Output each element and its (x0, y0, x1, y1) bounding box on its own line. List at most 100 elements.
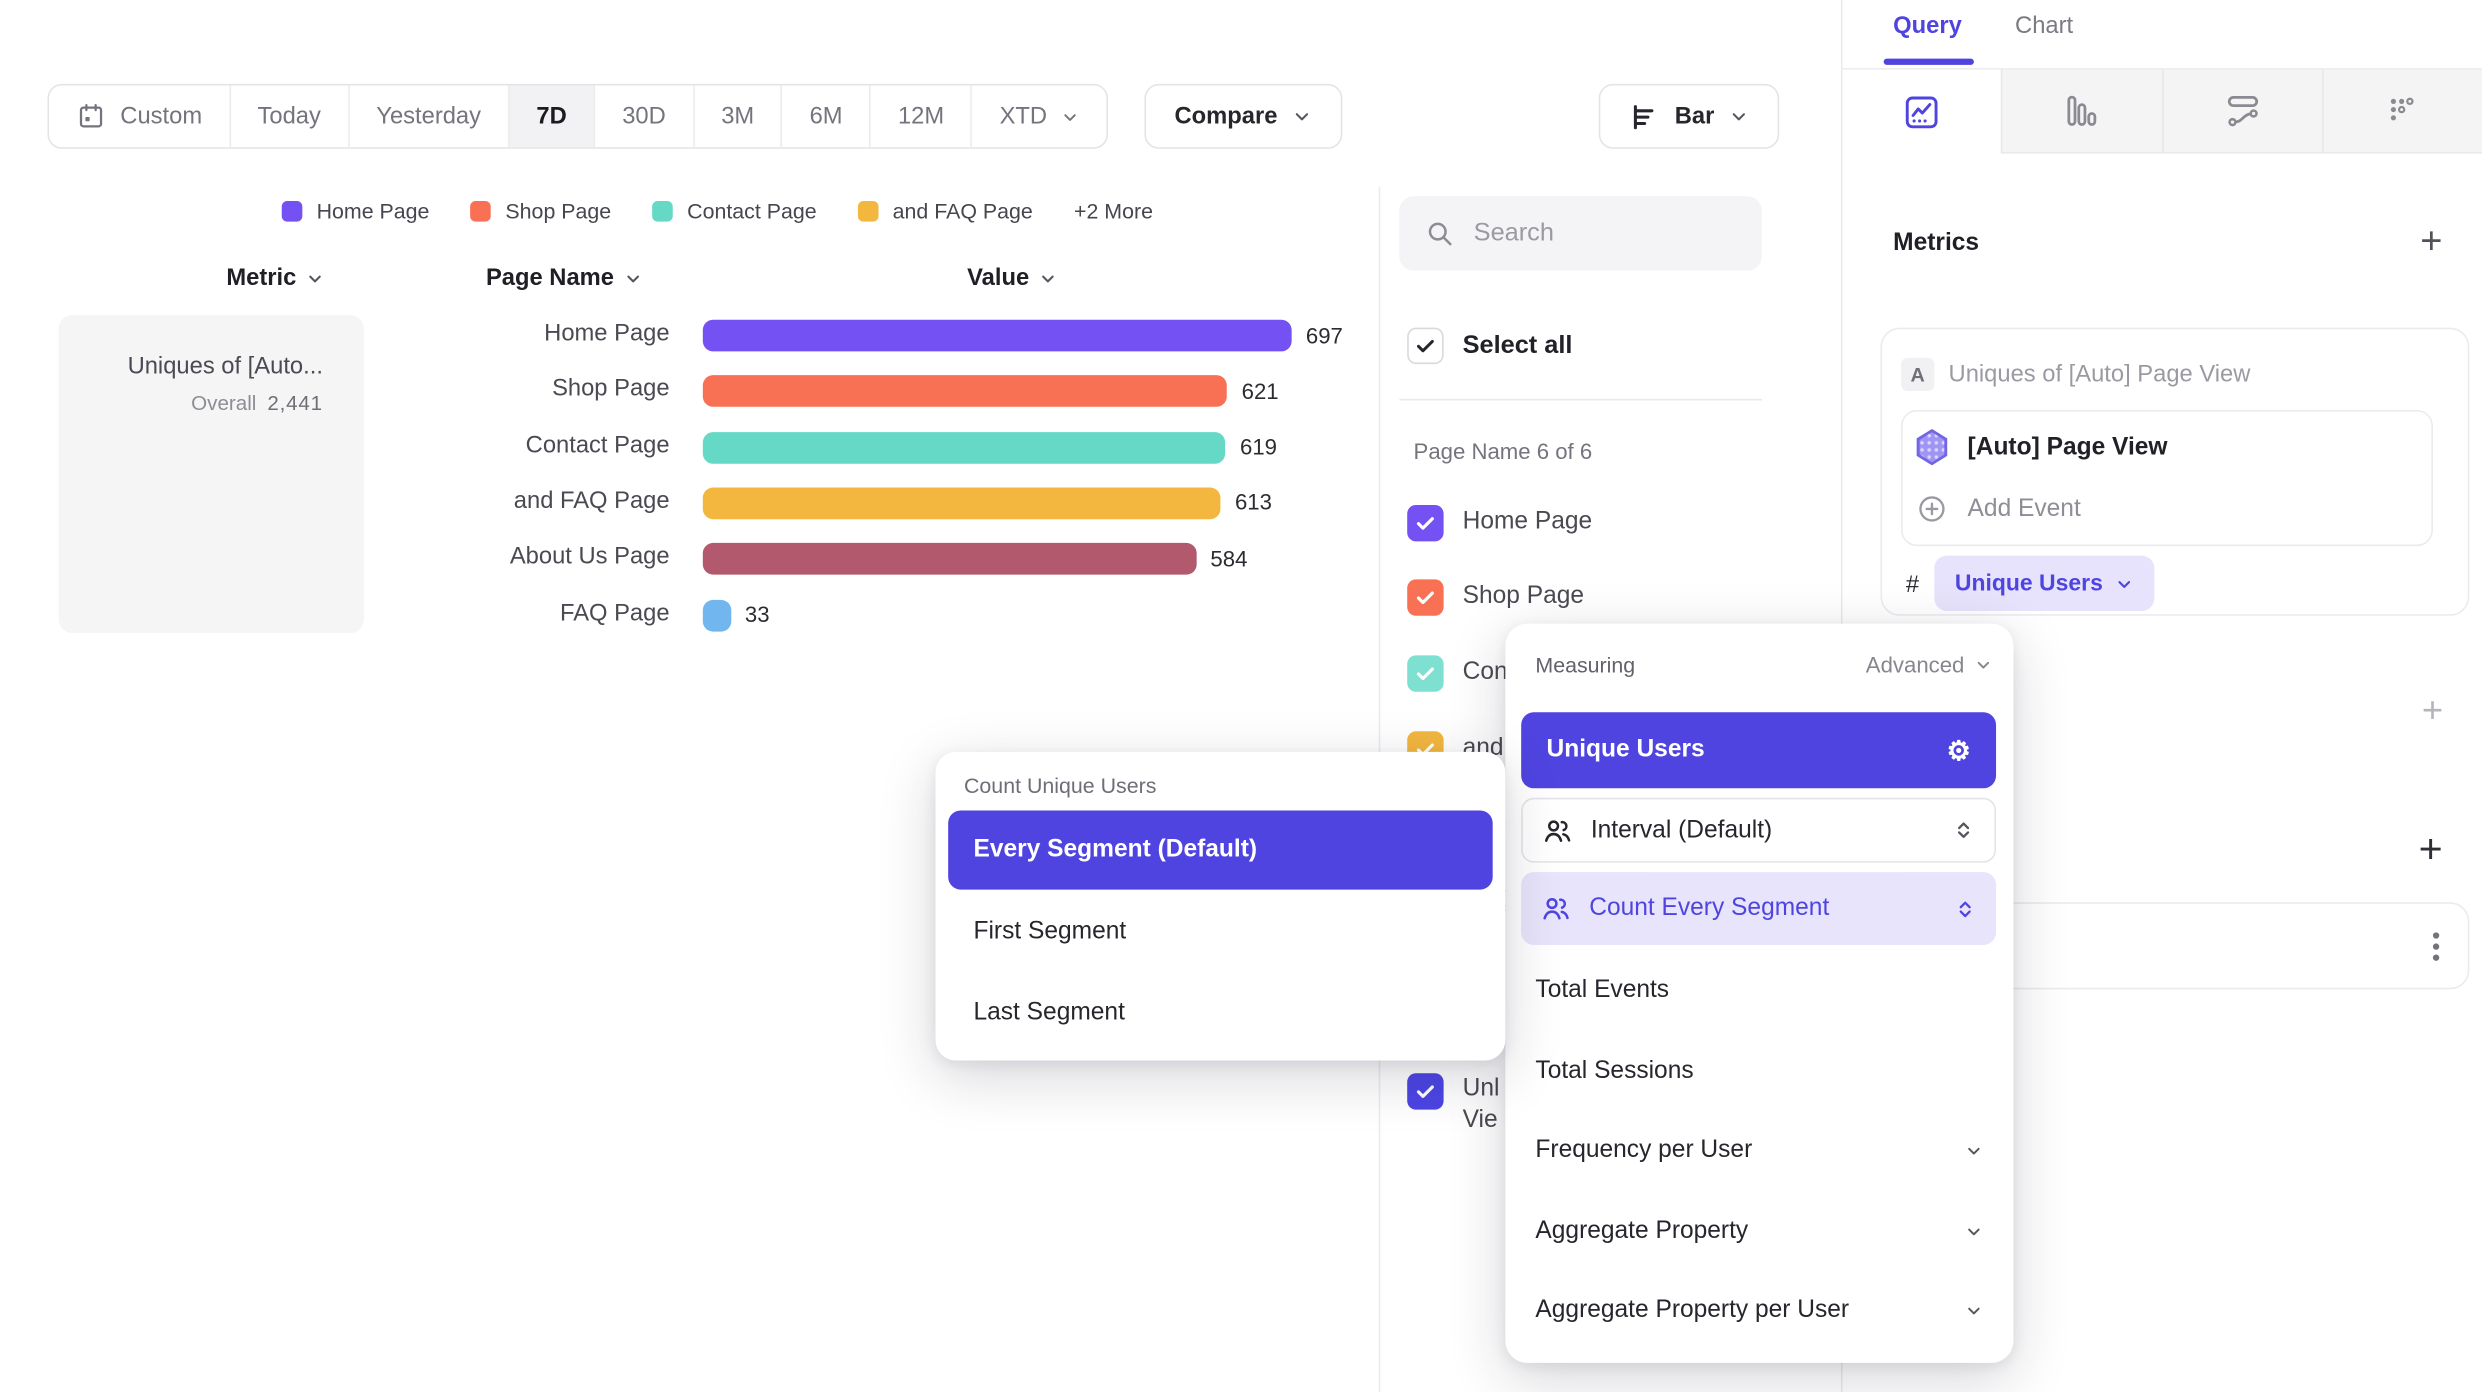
chart-type-button[interactable]: Bar (1599, 84, 1779, 149)
bar-row-label: About Us Page (380, 543, 670, 570)
tab-funnels[interactable] (2001, 70, 2161, 154)
chevron-down-icon (623, 268, 642, 287)
tab-retention[interactable] (2322, 70, 2482, 154)
kebab-menu-icon[interactable] (2433, 928, 2439, 966)
date-range-label: 3M (721, 103, 754, 130)
add-filter-button[interactable]: + (2422, 692, 2443, 728)
chevron-down-icon (1039, 268, 1058, 287)
chevron-down-icon (306, 268, 325, 287)
column-header-page-name[interactable]: Page Name (486, 264, 643, 291)
bar[interactable] (703, 599, 731, 631)
tab-insights[interactable] (1843, 70, 2002, 154)
date-range-30d[interactable]: 30D (594, 85, 693, 147)
stepper-icon (1953, 897, 1977, 921)
select-all-label: Select all (1463, 332, 1573, 360)
bar[interactable] (703, 543, 1196, 575)
checkbox[interactable] (1407, 1073, 1443, 1109)
flows-icon (2222, 90, 2263, 131)
tab-query[interactable]: Query (1893, 13, 1962, 40)
calendar-icon (76, 101, 106, 131)
measuring-selected-option[interactable]: Unique Users ⚙ (1521, 712, 1996, 788)
checkbox[interactable] (1407, 579, 1443, 615)
people-icon (1540, 893, 1572, 925)
measuring-option[interactable]: Total Sessions (1535, 1054, 1983, 1089)
checkbox[interactable] (1407, 655, 1443, 691)
tab-chart[interactable]: Chart (2015, 13, 2073, 40)
advanced-toggle[interactable]: Advanced (1866, 652, 1993, 677)
add-breakdown-button[interactable]: + (2419, 828, 2443, 869)
select-all-row[interactable]: Select all (1407, 328, 1572, 364)
measuring-option[interactable]: Frequency per User (1535, 1133, 1983, 1168)
segment-popup-title: Count Unique Users (964, 774, 1156, 798)
gear-icon[interactable]: ⚙ (1947, 737, 1971, 764)
measurement-pill[interactable]: Unique Users (1934, 556, 2155, 611)
date-range-today[interactable]: Today (229, 85, 348, 147)
filter-item[interactable]: Home Page (1407, 504, 1592, 540)
active-tab-underline (1884, 59, 1974, 65)
metric-card-title: Uniques of [Auto] Page View (1949, 361, 2251, 388)
event-row[interactable]: [Auto] Page View (1915, 429, 2167, 465)
bar-row-label: Home Page (380, 320, 670, 347)
measuring-option[interactable]: Aggregate Property (1535, 1214, 1983, 1249)
bar-value-label: 621 (1242, 375, 1279, 408)
bar[interactable] (703, 376, 1228, 408)
measuring-popup: Measuring Advanced Unique Users ⚙ Interv… (1505, 624, 2013, 1363)
metric-badge: A (1901, 358, 1934, 391)
people-icon (1542, 814, 1574, 846)
metrics-section-title: Metrics (1893, 230, 1979, 258)
segment-option[interactable]: Last Segment (973, 996, 1124, 1031)
metric-title: Uniques of [Auto... (0, 353, 323, 380)
measuring-param-segment-count[interactable]: Count Every Segment (1521, 872, 1996, 945)
search-input[interactable] (1474, 219, 1727, 247)
date-range-yesterday[interactable]: Yesterday (348, 85, 508, 147)
check-icon (1414, 510, 1438, 534)
legend-more[interactable]: +2 More (1074, 199, 1153, 223)
add-event-label: Add Event (1968, 495, 2081, 523)
legend-item[interactable]: and FAQ Page (858, 199, 1033, 223)
date-range-3m[interactable]: 3M (693, 85, 781, 147)
filter-item-clipped[interactable]: Unl Vie (1407, 1073, 1499, 1136)
segment-option-selected[interactable]: Every Segment (Default) (948, 810, 1493, 889)
checkbox[interactable] (1407, 504, 1443, 540)
add-metric-button[interactable]: + (2420, 223, 2442, 261)
date-range-custom[interactable]: Custom (49, 85, 229, 147)
bar-row-label: and FAQ Page (380, 487, 670, 514)
filter-item[interactable]: Shop Page (1407, 579, 1584, 615)
date-range-7d[interactable]: 7D (508, 85, 594, 147)
check-icon (1414, 585, 1438, 609)
retention-dots-icon (2382, 90, 2423, 131)
legend-item[interactable]: Shop Page (471, 199, 612, 223)
column-header-metric[interactable]: Metric (226, 264, 324, 291)
column-chart-icon (2062, 90, 2103, 131)
bar[interactable] (703, 431, 1226, 463)
date-range-label: 6M (810, 103, 843, 130)
measuring-option[interactable]: Total Events (1535, 973, 1983, 1008)
legend-item[interactable]: Contact Page (652, 199, 816, 223)
chevron-down-icon (1974, 655, 1993, 674)
legend-swatch (652, 200, 673, 221)
compare-button[interactable]: Compare (1144, 84, 1342, 149)
date-range-xtd[interactable]: XTD (971, 85, 1107, 147)
filter-item-label: Home Page (1463, 508, 1593, 536)
legend-label: Home Page (317, 199, 430, 223)
filter-item-label: Unl Vie (1463, 1073, 1500, 1136)
tab-flows[interactable] (2161, 70, 2321, 154)
legend-swatch (858, 200, 879, 221)
bar[interactable] (703, 487, 1221, 519)
add-event-row[interactable]: Add Event (1915, 492, 2080, 525)
param-label: Count Every Segment (1589, 894, 1829, 922)
column-header-value[interactable]: Value (967, 264, 1058, 291)
event-name: [Auto] Page View (1968, 433, 2168, 461)
bar[interactable] (703, 320, 1292, 352)
search-box[interactable] (1399, 196, 1761, 270)
bar-row-label: FAQ Page (380, 599, 670, 626)
measuring-param-interval[interactable]: Interval (Default) (1521, 798, 1996, 863)
bar-value-label: 584 (1210, 542, 1247, 575)
segment-option[interactable]: First Segment (973, 915, 1126, 950)
app-root: CustomTodayYesterday7D30D 3M 6M 12MXTD Comp… (0, 0, 2482, 1392)
measuring-option[interactable]: Aggregate Property per User (1535, 1293, 1983, 1328)
legend-item[interactable]: Home Page (282, 199, 430, 223)
date-range-12m[interactable]: 12M (869, 85, 971, 147)
date-range-6m[interactable]: 6M (781, 85, 869, 147)
select-all-checkbox[interactable] (1407, 328, 1443, 364)
